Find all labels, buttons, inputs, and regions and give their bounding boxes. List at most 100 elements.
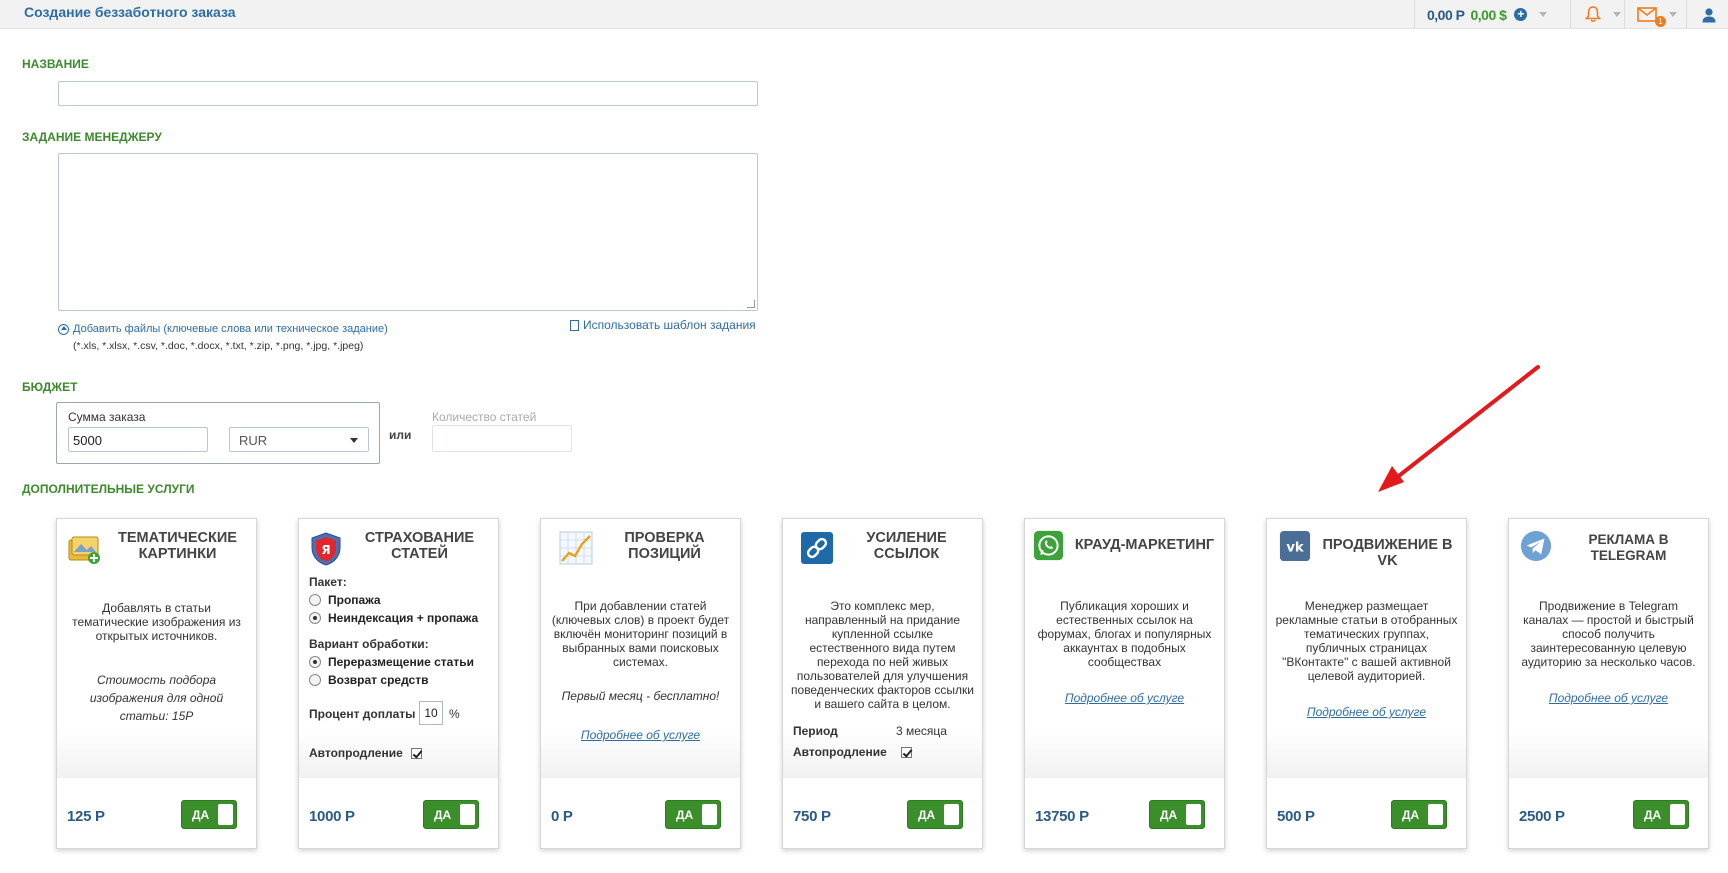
order-sum-input[interactable]: 5000 xyxy=(68,427,208,452)
document-icon xyxy=(570,319,579,331)
chevron-down-icon xyxy=(350,438,358,443)
task-section-label: ЗАДАНИЕ МЕНЕДЖЕРУ xyxy=(22,130,162,144)
name-section-label: НАЗВАНИЕ xyxy=(22,57,89,71)
autorenew-checkbox[interactable] xyxy=(411,748,422,759)
radio-label: Пропажа xyxy=(328,593,381,607)
balance-rub: 0,00 Р xyxy=(1427,6,1465,23)
percent-unit: % xyxy=(449,707,460,721)
period-label: Период xyxy=(793,724,838,738)
service-card-telegram: РЕКЛАМА В TELEGRAM Продвижение в Telegra… xyxy=(1508,518,1709,849)
toggle-label: ДА xyxy=(1644,808,1662,822)
file-types-hint: (*.xls, *.xlsx, *.csv, *.doc, *.docx, *.… xyxy=(73,340,364,352)
notifications-button[interactable] xyxy=(1570,0,1624,29)
variant-option-repost[interactable]: Переразмещение статьи xyxy=(309,655,474,669)
more-info-link[interactable]: Подробнее об услуге xyxy=(1509,691,1708,705)
service-toggle[interactable]: ДА xyxy=(665,800,721,829)
yandex-shield-icon: Я xyxy=(311,532,341,566)
autorenew-checkbox[interactable] xyxy=(901,747,912,758)
messages-button[interactable]: 1 xyxy=(1624,0,1686,29)
radio-icon xyxy=(309,674,321,686)
chevron-down-icon[interactable] xyxy=(1613,12,1621,17)
service-card-insurance: Я СТРАХОВАНИЕ СТАТЕЙ Пакет: Пропажа Неин… xyxy=(298,518,499,849)
manager-task-textarea[interactable] xyxy=(58,153,758,311)
currency-value: RUR xyxy=(239,433,268,448)
service-toggle[interactable]: ДА xyxy=(1633,800,1689,829)
mail-icon xyxy=(1637,7,1657,22)
service-card-link-boost: УСИЛЕНИЕ ССЫЛОК Это комплекс мер, направ… xyxy=(782,518,983,849)
service-card-images: ТЕМАТИЧЕСКИЕ КАРТИНКИ Добавлять в статьи… xyxy=(56,518,257,849)
more-info-link[interactable]: Подробнее об услуге xyxy=(1025,691,1224,705)
card-description: Публикация хороших и естественных ссылок… xyxy=(1037,599,1212,669)
toggle-label: ДА xyxy=(1402,808,1420,822)
toggle-label: ДА xyxy=(434,808,452,822)
more-info-link[interactable]: Подробнее об услуге xyxy=(1267,705,1466,719)
budget-section-label: БЮДЖЕТ xyxy=(22,380,78,394)
card-description: Продвижение в Telegram каналах — простой… xyxy=(1521,599,1696,669)
radio-selected-icon xyxy=(309,612,321,624)
card-description: Добавлять в статьи тематические изображе… xyxy=(72,601,241,643)
card-title: РЕКЛАМА В TELEGRAM xyxy=(1588,532,1669,563)
service-card-crowd: КРАУД-МАРКЕТИНГ Публикация хороших и ест… xyxy=(1024,518,1225,849)
vk-icon: vk xyxy=(1279,530,1311,562)
mail-count-badge: 1 xyxy=(1655,16,1666,27)
card-title: ПРОВЕРКА ПОЗИЦИЙ xyxy=(624,530,705,562)
more-info-link[interactable]: Подробнее об услуге xyxy=(541,728,740,742)
card-title: ПРОДВИЖЕНИЕ В VK xyxy=(1322,537,1453,569)
balance-usd: 0,00 $ xyxy=(1470,6,1507,23)
card-title: СТРАХОВАНИЕ СТАТЕЙ xyxy=(364,530,475,562)
period-value: 3 месяца xyxy=(896,724,947,738)
card-description: Менеджер размещает рекламные статьи в от… xyxy=(1275,599,1458,683)
toggle-label: ДА xyxy=(918,808,936,822)
card-title: УСИЛЕНИЕ ССЫЛОК xyxy=(866,530,947,562)
add-files-text: Добавить файлы (ключевые слова или техни… xyxy=(73,323,388,335)
percent-input[interactable]: 10 xyxy=(419,701,443,725)
card-description: Это комплекс мер, направленный на придан… xyxy=(791,599,974,711)
package-label: Пакет: xyxy=(309,575,347,589)
chevron-down-icon[interactable] xyxy=(1669,12,1677,17)
use-template-link[interactable]: Использовать шаблон задания xyxy=(570,318,756,332)
add-files-link[interactable]: Добавить файлы (ключевые слова или техни… xyxy=(58,323,388,335)
use-template-text: Использовать шаблон задания xyxy=(583,318,756,332)
card-price: 0 Р xyxy=(551,808,573,825)
card-price: 500 Р xyxy=(1277,808,1315,825)
service-toggle[interactable]: ДА xyxy=(423,800,479,829)
card-price: 2500 Р xyxy=(1519,808,1565,825)
radio-label: Возврат средств xyxy=(328,673,429,687)
toggle-label: ДА xyxy=(192,808,210,822)
service-card-positions: ПРОВЕРКА ПОЗИЦИЙ При добавлении статей (… xyxy=(540,518,741,849)
chevron-down-icon[interactable] xyxy=(1539,12,1548,17)
toggle-label: ДА xyxy=(676,808,694,822)
radio-selected-icon xyxy=(309,656,321,668)
balance-widget[interactable]: 0,00 Р 0,00 $ + xyxy=(1414,0,1570,29)
service-toggle[interactable]: ДА xyxy=(181,800,237,829)
svg-text:vk: vk xyxy=(1286,541,1304,556)
autorenew-label: Автопродление xyxy=(793,745,887,759)
article-count-input[interactable] xyxy=(432,425,572,452)
card-title: ТЕМАТИЧЕСКИЕ КАРТИНКИ xyxy=(118,530,237,562)
service-toggle[interactable]: ДА xyxy=(1149,800,1205,829)
service-toggle[interactable]: ДА xyxy=(907,800,963,829)
card-description: При добавлении статей (ключевых слов) в … xyxy=(551,599,730,669)
link-icon xyxy=(801,532,833,564)
percent-label: Процент доплаты xyxy=(309,707,416,721)
user-icon xyxy=(1702,7,1716,22)
budget-box: Сумма заказа 5000 RUR xyxy=(56,402,380,464)
package-option-loss[interactable]: Пропажа xyxy=(309,593,381,607)
add-funds-icon[interactable]: + xyxy=(1514,8,1528,21)
user-menu[interactable] xyxy=(1686,0,1728,29)
telegram-icon xyxy=(1520,530,1552,562)
package-option-nonindex[interactable]: Неиндексация + пропажа xyxy=(309,611,478,625)
whatsapp-icon xyxy=(1033,530,1064,561)
resize-handle[interactable] xyxy=(747,300,755,308)
images-add-icon xyxy=(68,536,100,564)
currency-select[interactable]: RUR xyxy=(229,427,369,452)
service-card-vk: vk ПРОДВИЖЕНИЕ В VK Менеджер размещает р… xyxy=(1266,518,1467,849)
svg-text:Я: Я xyxy=(321,543,330,557)
toggle-label: ДА xyxy=(1160,808,1178,822)
chart-growth-icon xyxy=(559,531,593,565)
variant-option-refund[interactable]: Возврат средств xyxy=(309,673,428,687)
service-toggle[interactable]: ДА xyxy=(1391,800,1447,829)
top-bar: Создание беззаботного заказа 0,00 Р 0,00… xyxy=(0,0,1728,29)
upload-icon xyxy=(58,323,69,335)
order-name-input[interactable] xyxy=(58,81,758,106)
